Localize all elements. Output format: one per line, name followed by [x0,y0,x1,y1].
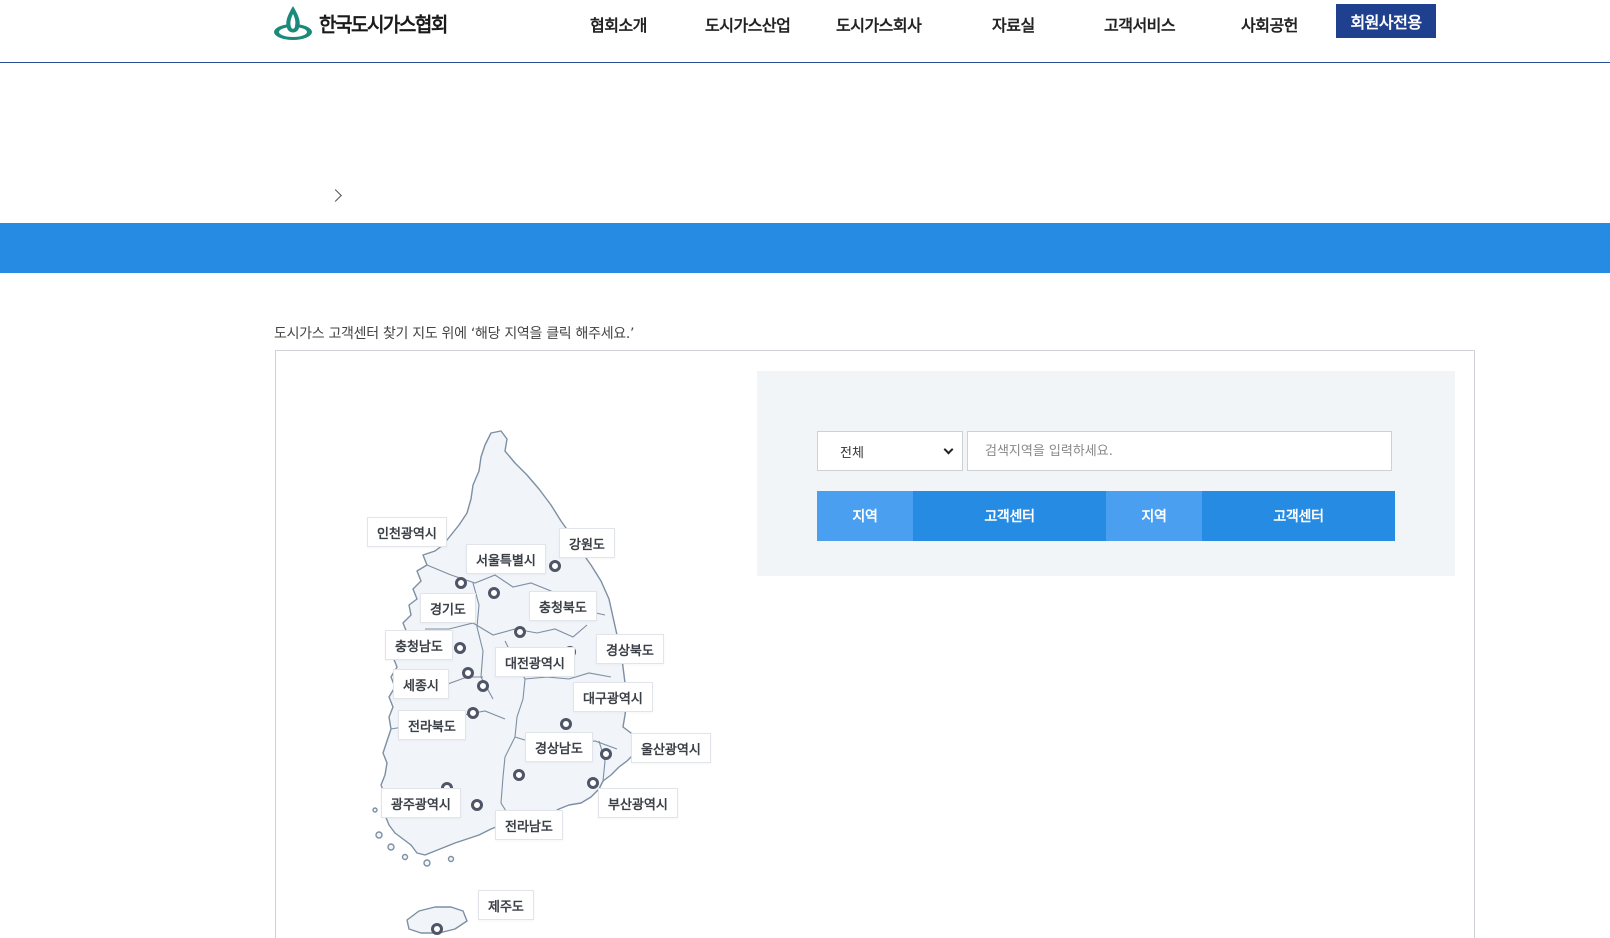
region-dot-gyeonggi[interactable] [488,587,500,599]
region-label-jeonnam[interactable]: 전라남도 [495,810,563,840]
nav-item-social-contribution[interactable]: 사회공헌 [1241,12,1298,36]
region-label-gwangju[interactable]: 광주광역시 [381,788,461,818]
region-label-chungbuk[interactable]: 충청북도 [529,591,597,621]
region-dot-daegu[interactable] [560,718,572,730]
region-label-gyeongbuk[interactable]: 경상북도 [596,634,664,664]
column-header-customer-center: 고객센터 [1202,491,1395,541]
logo-text: 한국도시가스협회 [319,13,448,37]
region-dot-chungnam[interactable] [454,642,466,654]
nav-item-about[interactable]: 협회소개 [590,12,647,36]
region-dot-chungbuk[interactable] [514,626,526,638]
column-header-customer-center: 고객센터 [913,491,1106,541]
region-label-jeonbuk[interactable]: 전라북도 [398,710,466,740]
region-dot-jeonnam[interactable] [471,799,483,811]
page-title-band [0,223,1610,273]
region-select-value: 전체 [840,445,864,461]
search-input[interactable] [967,431,1392,471]
logo-emblem-icon [274,6,312,40]
region-dot-sejong[interactable] [462,667,474,679]
member-only-button[interactable]: 회원사전용 [1336,4,1436,38]
region-dot-jeonbuk[interactable] [467,707,479,719]
region-label-gyeonggi[interactable]: 경기도 [420,593,476,623]
region-label-jeju[interactable]: 제주도 [478,890,534,920]
site-logo[interactable]: 한국도시가스협회 [273,4,448,42]
results-table-header: 지역 고객센터 지역 고객센터 [817,491,1395,541]
region-dot-gangwon[interactable] [549,560,561,572]
column-header-region: 지역 [1106,491,1202,541]
nav-item-archive[interactable]: 자료실 [992,12,1035,36]
region-dot-daejeon[interactable] [477,680,489,692]
region-label-incheon[interactable]: 인천광역시 [367,517,447,547]
region-dot-jeju[interactable] [431,923,443,935]
region-label-gyeongnam[interactable]: 경상남도 [525,732,593,762]
nav-item-industry[interactable]: 도시가스산업 [705,12,791,36]
site-header: 한국도시가스협회 협회소개 도시가스산업 도시가스회사 자료실 고객서비스 사회… [0,0,1610,63]
region-dot-ulsan[interactable] [600,748,612,760]
region-dot-gyeongnam[interactable] [513,769,525,781]
nav-item-companies[interactable]: 도시가스회사 [836,12,922,36]
nav-item-customer-service[interactable]: 고객서비스 [1104,12,1176,36]
region-select[interactable]: 전체 [817,431,963,471]
region-label-busan[interactable]: 부산광역시 [598,788,678,818]
region-label-gangwon[interactable]: 강원도 [559,528,615,558]
region-label-sejong[interactable]: 세종시 [393,669,449,699]
region-label-daejeon[interactable]: 대전광역시 [495,647,575,677]
map-instruction: 도시가스 고객센터 찾기 지도 위에 ‘해당 지역을 클릭 해주세요.’ [274,326,635,342]
search-area [757,371,1455,576]
column-header-region: 지역 [817,491,913,541]
chevron-right-icon [329,189,342,202]
region-label-ulsan[interactable]: 울산광역시 [631,733,711,763]
region-dot-seoul[interactable] [455,577,467,589]
region-label-chungnam[interactable]: 충청남도 [385,630,453,660]
region-label-seoul[interactable]: 서울특별시 [466,544,546,574]
korea-map: 인천광역시 서울특별시 강원도 경기도 충청북도 충청남도 경상북도 대전광역시… [355,415,735,938]
region-label-daegu[interactable]: 대구광역시 [573,682,653,712]
chevron-down-icon [943,444,954,455]
